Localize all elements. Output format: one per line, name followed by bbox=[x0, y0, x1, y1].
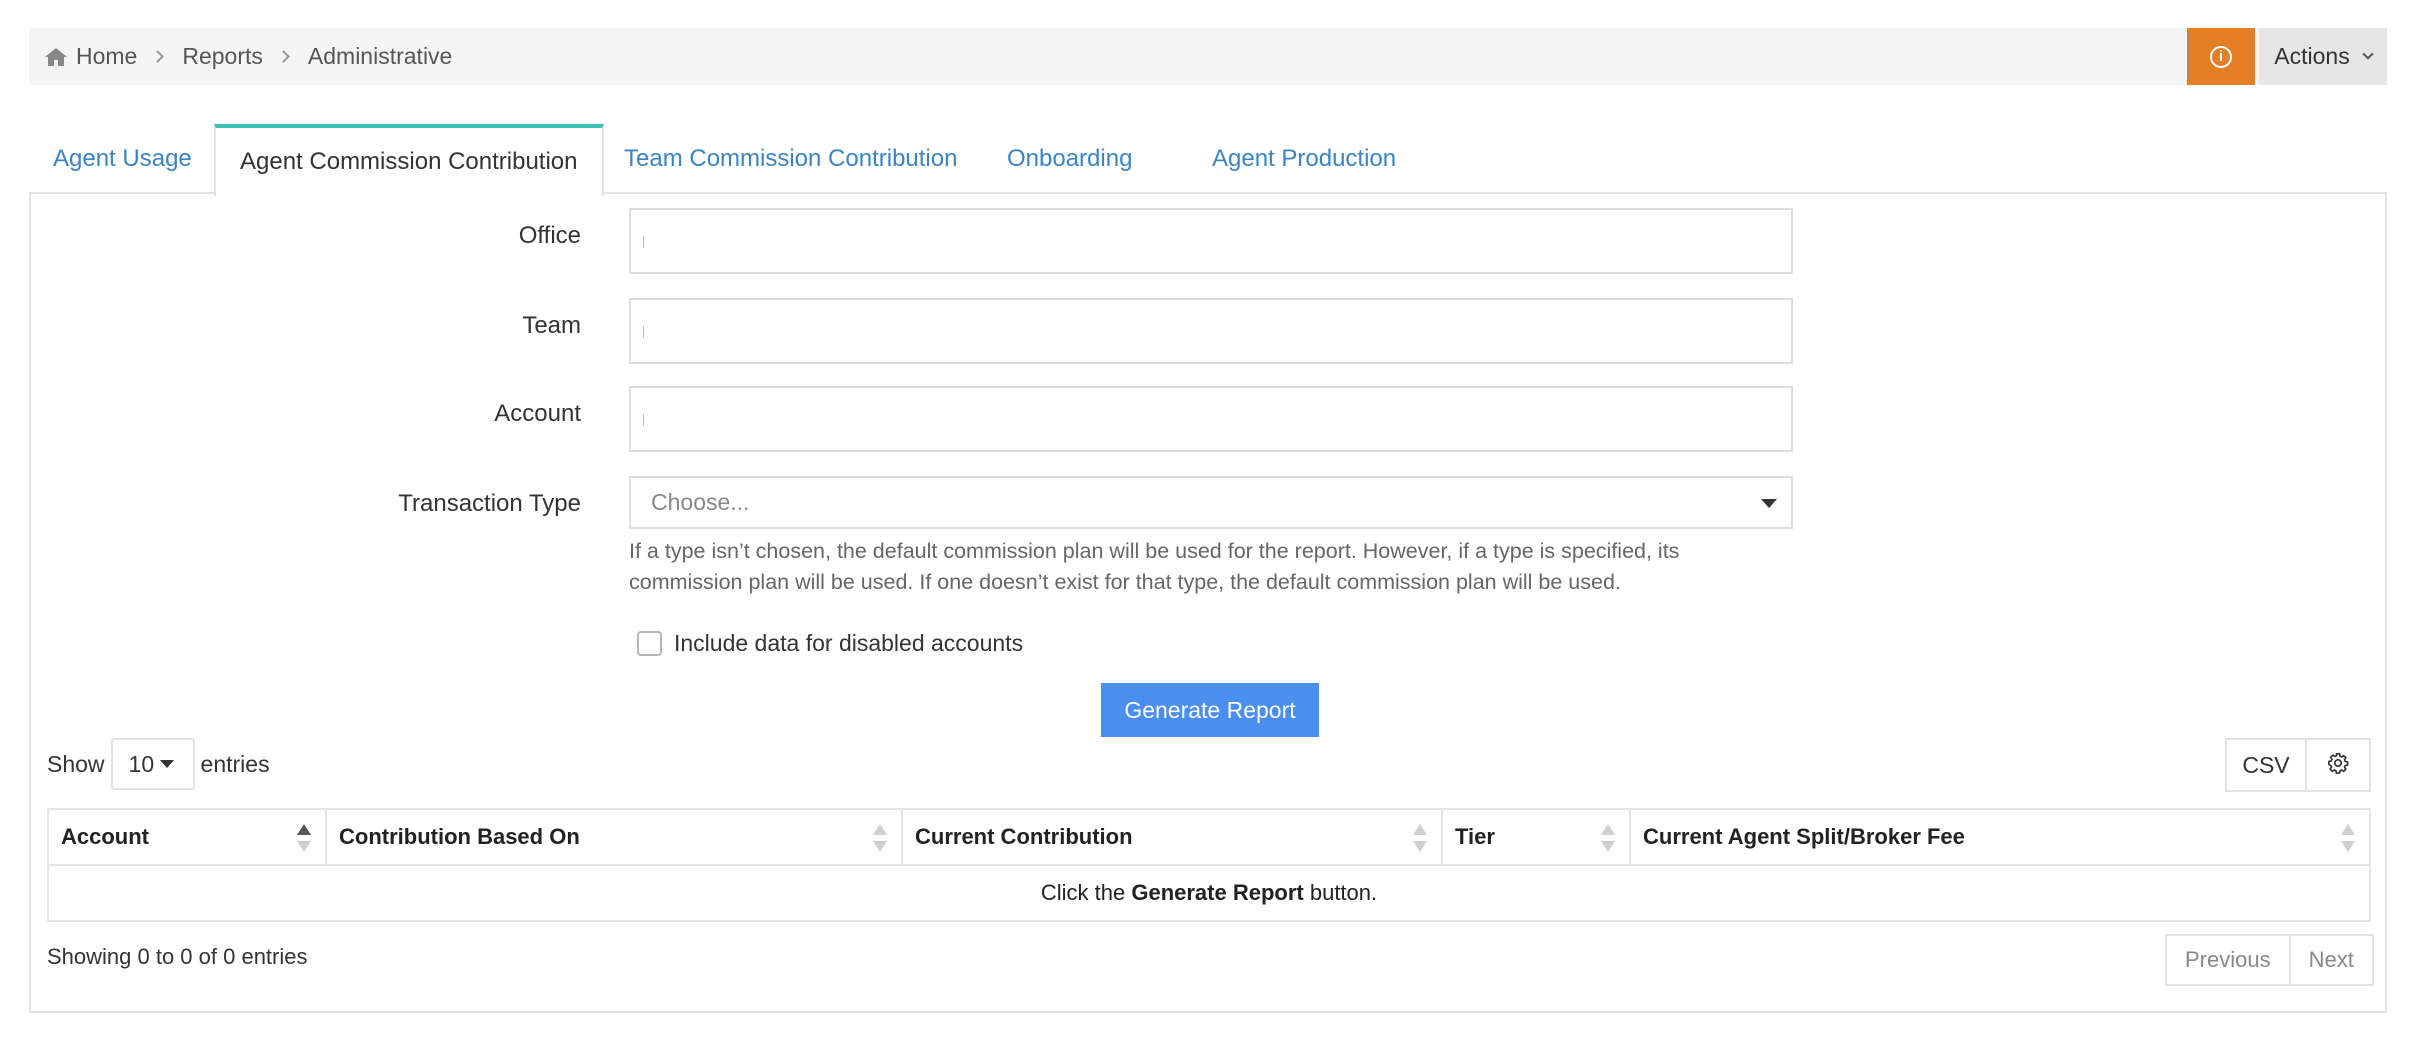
empty-message-prefix: Click the bbox=[1040, 880, 1132, 905]
breadcrumb-home[interactable]: Home bbox=[76, 43, 137, 70]
column-header-current-contribution[interactable]: Current Contribution bbox=[901, 808, 1443, 866]
sort-icon bbox=[1601, 824, 1615, 852]
empty-message-suffix: button. bbox=[1303, 880, 1378, 905]
breadcrumb-reports[interactable]: Reports bbox=[182, 43, 263, 70]
column-header-label: Current Agent Split/Broker Fee bbox=[1643, 824, 1965, 849]
text-caret bbox=[643, 326, 644, 338]
column-header-label: Current Contribution bbox=[915, 824, 1133, 849]
chevron-right-icon bbox=[277, 50, 290, 63]
next-button[interactable]: Next bbox=[2288, 936, 2372, 984]
breadcrumb-administrative: Administrative bbox=[307, 43, 453, 69]
generate-report-button[interactable]: Generate Report bbox=[1101, 683, 1319, 737]
chevron-down-icon bbox=[2362, 47, 2374, 60]
text-caret bbox=[643, 236, 644, 248]
column-header-label: Account bbox=[61, 824, 149, 849]
column-header-label: Tier bbox=[1455, 824, 1495, 849]
gear-icon bbox=[2327, 752, 2349, 779]
empty-message-bold: Generate Report bbox=[1131, 880, 1304, 905]
tab-onboarding[interactable]: Onboarding bbox=[983, 124, 1156, 194]
table-row: Click the Generate Report button. bbox=[47, 864, 2371, 922]
team-field[interactable] bbox=[629, 298, 1793, 364]
column-header-tier[interactable]: Tier bbox=[1441, 808, 1631, 866]
empty-table-message: Click the Generate Report button. bbox=[47, 864, 2371, 922]
office-label: Office bbox=[518, 222, 581, 249]
tab-agent-commission-contribution[interactable]: Agent Commission Contribution bbox=[214, 124, 604, 196]
team-label: Team bbox=[522, 312, 581, 339]
table-header-row: Account Contribution Based On Current Co… bbox=[47, 808, 2371, 866]
report-tabs: Agent Usage Agent Commission Contributio… bbox=[29, 124, 2387, 196]
account-label: Account bbox=[494, 400, 581, 427]
column-header-account[interactable]: Account bbox=[47, 808, 327, 866]
pagination: Previous Next bbox=[2165, 934, 2374, 986]
sort-icon bbox=[873, 824, 887, 852]
actions-label: Actions bbox=[2274, 43, 2350, 69]
page-length-value: 10 bbox=[128, 750, 155, 777]
account-field[interactable] bbox=[629, 386, 1793, 452]
transaction-type-label: Transaction Type bbox=[398, 490, 581, 517]
checkbox-box[interactable] bbox=[637, 631, 662, 656]
page-length-control: Show 10 entries bbox=[47, 738, 270, 790]
show-label: Show bbox=[47, 750, 105, 777]
actions-dropdown[interactable]: Actions bbox=[2259, 28, 2387, 85]
page-length-select[interactable]: 10 bbox=[110, 738, 195, 790]
transaction-type-help: If a type isn’t chosen, the default comm… bbox=[629, 539, 1680, 594]
text-caret bbox=[643, 414, 644, 426]
caret-down-icon bbox=[160, 760, 175, 768]
previous-button[interactable]: Previous bbox=[2167, 936, 2289, 984]
report-panel: Office Team Account Transaction Type Cho… bbox=[29, 192, 2387, 1013]
top-bar: Home Reports Administrative i Actions bbox=[29, 28, 2387, 85]
tab-agent-usage[interactable]: Agent Usage bbox=[29, 124, 216, 194]
info-button[interactable]: i bbox=[2187, 28, 2255, 85]
tab-agent-production[interactable]: Agent Production bbox=[1188, 124, 1420, 194]
office-field[interactable] bbox=[629, 208, 1793, 274]
chevron-right-icon bbox=[151, 50, 165, 63]
transaction-type-select[interactable]: Choose... bbox=[629, 476, 1793, 529]
home-icon[interactable] bbox=[44, 46, 68, 68]
sort-icon bbox=[1413, 824, 1427, 852]
include-disabled-checkbox[interactable]: Include data for disabled accounts bbox=[637, 630, 1023, 657]
sort-icon bbox=[297, 824, 311, 852]
transaction-type-placeholder: Choose... bbox=[651, 489, 750, 515]
column-header-contribution-based-on[interactable]: Contribution Based On bbox=[325, 808, 903, 866]
breadcrumb: Home Reports Administrative bbox=[44, 28, 452, 85]
info-circle-icon: i bbox=[2210, 45, 2232, 68]
sort-icon bbox=[2341, 824, 2355, 852]
report-table: Account Contribution Based On Current Co… bbox=[47, 808, 2371, 922]
csv-export-button[interactable]: CSV bbox=[2225, 738, 2307, 792]
column-header-label: Contribution Based On bbox=[339, 824, 580, 849]
table-info: Showing 0 to 0 of 0 entries bbox=[47, 944, 308, 969]
caret-down-icon bbox=[1761, 499, 1777, 508]
tab-team-commission-contribution[interactable]: Team Commission Contribution bbox=[600, 124, 981, 194]
entries-label: entries bbox=[200, 750, 270, 777]
include-disabled-label: Include data for disabled accounts bbox=[674, 630, 1024, 656]
table-settings-button[interactable] bbox=[2305, 738, 2371, 792]
column-header-current-agent-split[interactable]: Current Agent Split/Broker Fee bbox=[1629, 808, 2371, 866]
